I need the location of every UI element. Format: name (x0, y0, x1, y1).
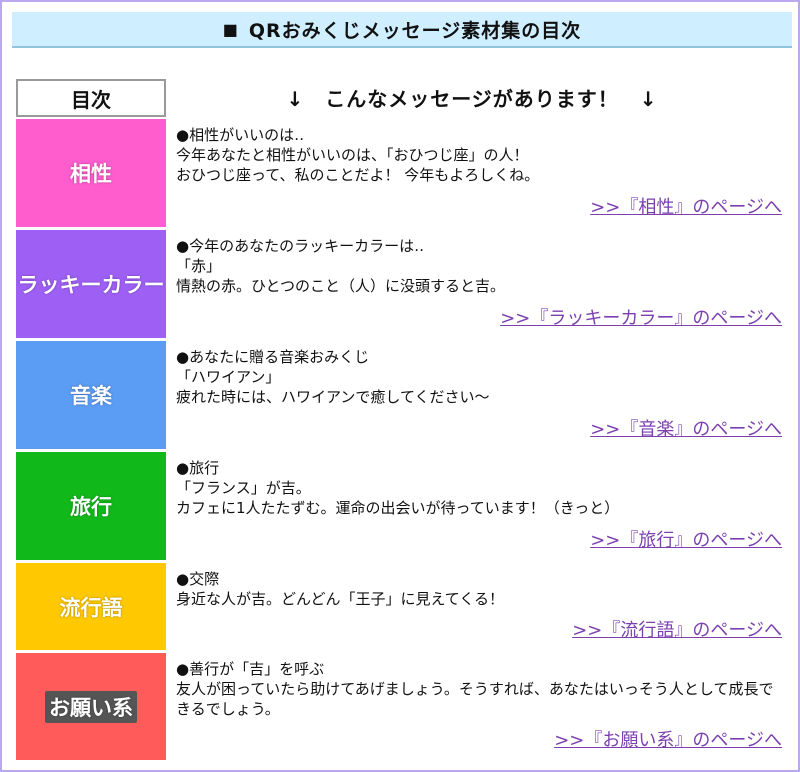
message-text: ●今年のあなたのラッキーカラーは‥ 「赤」 情熱の赤。ひとつのこと（人）に没頭す… (176, 236, 782, 296)
category-cell-music: 音楽 (16, 341, 166, 449)
page-link-wish[interactable]: >>『お願い系』のページへ (554, 726, 782, 752)
page-frame: ■ QRおみくじメッセージ素材集の目次 目次 ↓ こんなメッセージがあります！ … (0, 0, 800, 772)
message-line: 身近な人が吉。どんどん「王子」に見えてくる！ (176, 590, 505, 608)
message-line: おひつじ座って、私のことだよ！ 今年もよろしくね。 (176, 166, 540, 184)
page-link-aishou[interactable]: >>『相性』のページへ (590, 193, 782, 219)
page-link-buzzword[interactable]: >>『流行語』のページへ (572, 616, 782, 642)
message-text: ●旅行 「フランス」が吉。 カフェに1人たたずむ。運命の出会いが待っています！（… (176, 458, 782, 518)
message-line: 「ハワイアン」 (176, 368, 281, 386)
message-text: ●善行が「吉」を呼ぶ 友人が困っていたら助けてあげましょう。そうすれば、あなたは… (176, 659, 782, 719)
category-label: 相性 (70, 162, 112, 186)
category-cell-lucky-color: ラッキーカラー (16, 230, 166, 338)
message-line: 「赤」 (176, 257, 222, 275)
message-line: ●善行が「吉」を呼ぶ (176, 660, 325, 678)
category-label: お願い系 (45, 690, 137, 723)
section-row-aishou: 相性 ●相性がいいのは‥ 今年あなたと相性がいいのは、「おひつじ座」の人！ おひ… (16, 119, 782, 227)
category-cell-aishou: 相性 (16, 119, 166, 227)
category-label: ラッキーカラー (17, 273, 165, 297)
message-text: ●相性がいいのは‥ 今年あなたと相性がいいのは、「おひつじ座」の人！ おひつじ座… (176, 125, 782, 185)
category-label: 音楽 (70, 384, 112, 408)
message-line: ●相性がいいのは‥ (176, 126, 305, 144)
section-row-lucky-color: ラッキーカラー ●今年のあなたのラッキーカラーは‥ 「赤」 情熱の赤。ひとつのこ… (16, 230, 782, 338)
square-bullet-icon: ■ (222, 19, 239, 39)
message-line: カフェに1人たたずむ。運命の出会いが待っています！（きっと） (176, 499, 620, 517)
category-cell-wish: お願い系 (16, 653, 166, 760)
page-link-travel[interactable]: >>『旅行』のページへ (590, 526, 782, 552)
toc-label: 目次 (16, 79, 166, 117)
page-link-lucky-color[interactable]: >>『ラッキーカラー』のページへ (500, 304, 782, 330)
category-label: 旅行 (70, 495, 112, 519)
message-line: ●交際 (176, 570, 220, 588)
category-label: 流行語 (59, 595, 123, 620)
category-cell-buzzword: 流行語 (16, 563, 166, 650)
message-line: 友人が困っていたら助けてあげましょう。そうすれば、あなたはいっそう人として成長で… (176, 680, 774, 718)
subtitle: ↓ こんなメッセージがあります！ ↓ (286, 86, 658, 111)
page-title-bar: ■ QRおみくじメッセージ素材集の目次 (12, 12, 792, 48)
message-text: ●あなたに贈る音楽おみくじ 「ハワイアン」 疲れた時には、ハワイアンで癒してくだ… (176, 347, 782, 407)
page-title: QRおみくじメッセージ素材集の目次 (248, 19, 582, 42)
message-line: 疲れた時には、ハワイアンで癒してください～ (176, 388, 490, 406)
page-link-music[interactable]: >>『音楽』のページへ (590, 415, 782, 441)
section-row-music: 音楽 ●あなたに贈る音楽おみくじ 「ハワイアン」 疲れた時には、ハワイアンで癒し… (16, 341, 782, 449)
message-line: 「フランス」が吉。 (176, 479, 311, 497)
message-line: ●今年のあなたのラッキーカラーは‥ (176, 237, 425, 255)
message-line: ●旅行 (176, 459, 220, 477)
message-text: ●交際 身近な人が吉。どんどん「王子」に見えてくる！ (176, 569, 782, 609)
section-row-buzzword: 流行語 ●交際 身近な人が吉。どんどん「王子」に見えてくる！ >>『流行語』のペ… (16, 563, 782, 650)
message-line: 今年あなたと相性がいいのは、「おひつじ座」の人！ (176, 146, 529, 164)
section-row-wish: お願い系 ●善行が「吉」を呼ぶ 友人が困っていたら助けてあげましょう。そうすれば… (16, 653, 782, 760)
category-cell-travel: 旅行 (16, 452, 166, 560)
message-line: ●あなたに贈る音楽おみくじ (176, 348, 370, 366)
message-line: 情熱の赤。ひとつのこと（人）に没頭すると吉。 (176, 277, 505, 295)
section-row-travel: 旅行 ●旅行 「フランス」が吉。 カフェに1人たたずむ。運命の出会いが待っていま… (16, 452, 782, 560)
